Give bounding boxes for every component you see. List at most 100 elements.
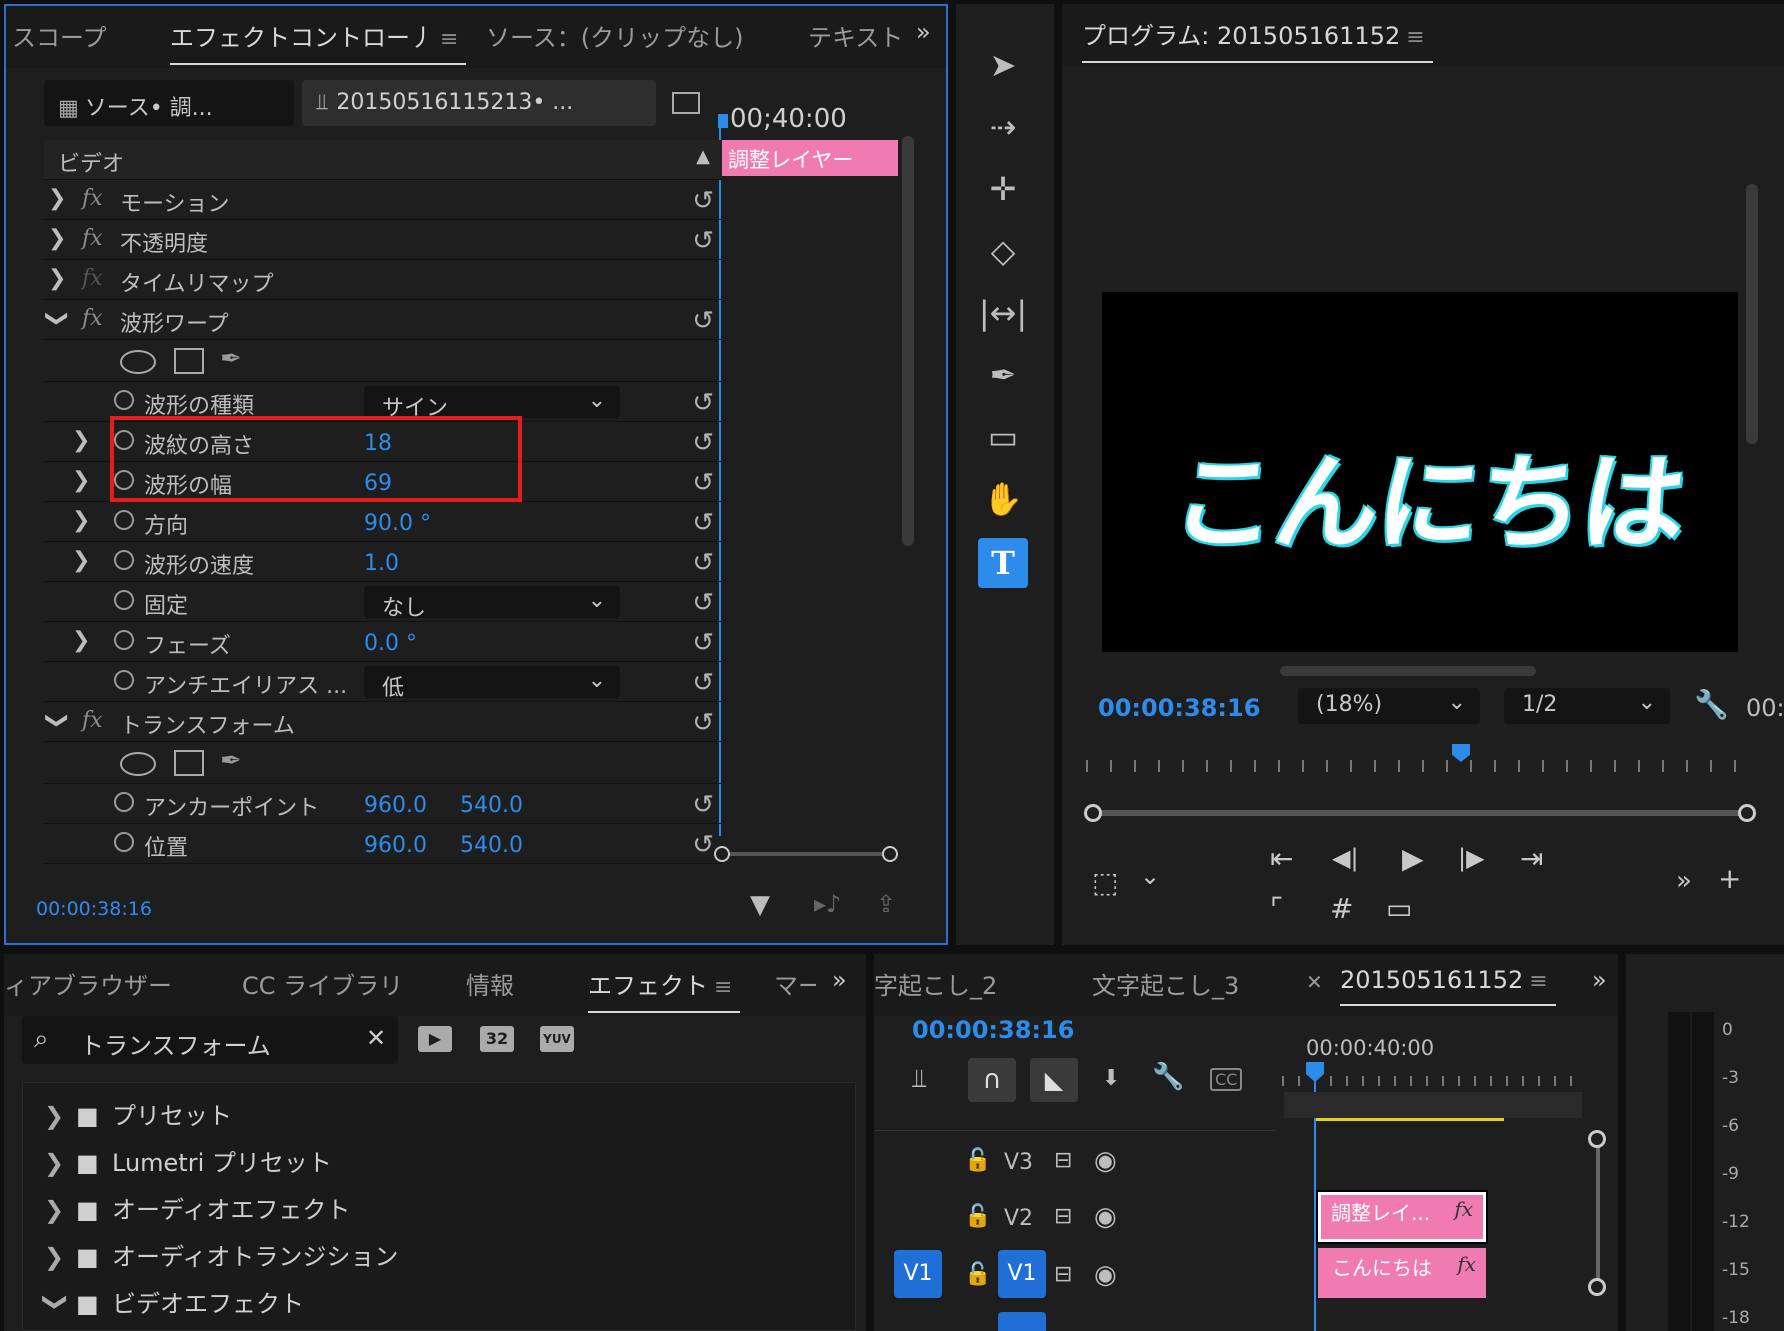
tab-markers[interactable]: マー: [774, 966, 816, 1001]
sync-lock-icon[interactable]: ⊟: [1054, 1204, 1072, 1229]
reset-icon[interactable]: ↺: [692, 588, 714, 618]
wave-speed-value[interactable]: 1.0: [364, 551, 399, 576]
folder-audio-effects[interactable]: ❯ ■ オーディオエフェクト: [44, 1190, 350, 1225]
rectangle-tool-icon[interactable]: ▭: [978, 412, 1028, 462]
sync-lock-icon[interactable]: ⊟: [1054, 1148, 1072, 1173]
wrench-icon[interactable]: 🔧: [1694, 688, 1729, 721]
panel-menu-icon[interactable]: ≡: [1529, 969, 1547, 994]
type-tool-icon[interactable]: T: [978, 538, 1028, 588]
ec-timeline-ruler[interactable]: 00;40:00: [716, 102, 906, 136]
tab-transcript-3[interactable]: 文字起こし_3: [1092, 966, 1239, 1001]
tab-source[interactable]: ソース：(クリップなし): [486, 18, 744, 53]
sequence-clip-dropdown[interactable]: ⫫ 20150516115213• ...: [302, 80, 656, 126]
ec-vertical-scrollbar[interactable]: [902, 136, 914, 546]
program-time-ruler[interactable]: [1086, 746, 1750, 774]
source-patch-v1[interactable]: V1: [894, 1250, 942, 1298]
preview-hscrollbar[interactable]: [1280, 666, 1536, 676]
zoom-dropdown[interactable]: (18%) ⌄: [1298, 688, 1480, 724]
ripple-edit-tool-icon[interactable]: ✛: [978, 164, 1028, 214]
antialias-dropdown[interactable]: 低 ⌄: [364, 666, 620, 701]
timeline-timecode[interactable]: 00:00:38:16: [912, 1016, 1074, 1044]
step-forward-icon[interactable]: |▶: [1458, 844, 1485, 872]
expand-chevron-icon[interactable]: ❯: [44, 1243, 76, 1271]
collapse-chevron-icon[interactable]: ❯: [45, 711, 70, 729]
reset-icon[interactable]: ↺: [692, 186, 714, 216]
stopwatch-icon[interactable]: [114, 670, 134, 690]
toggle-timeline-icon[interactable]: [672, 92, 700, 114]
anchor-x-value[interactable]: 960.0: [364, 793, 427, 818]
position-x-value[interactable]: 960.0: [364, 833, 427, 858]
folder-audio-transitions[interactable]: ❯ ■ オーディオトランジション: [44, 1237, 398, 1272]
timeline-ruler[interactable]: [1282, 1064, 1582, 1086]
rectangle-mask-icon[interactable]: [174, 750, 204, 776]
tab-sequence[interactable]: 201505161152 ≡: [1340, 966, 1556, 1006]
slip-tool-icon[interactable]: |↔|: [978, 288, 1028, 338]
more-panels-icon[interactable]: »: [916, 18, 931, 46]
ec-footer-timecode[interactable]: 00:00:38:16: [36, 898, 152, 920]
collapse-chevron-icon[interactable]: ❯: [42, 1292, 70, 1316]
timeline-vscroll[interactable]: [1596, 1136, 1600, 1286]
clip-konnichiwa[interactable]: こんにちは fx: [1318, 1248, 1486, 1298]
step-back-icon[interactable]: ◀|: [1332, 844, 1359, 872]
zoom-handle-left[interactable]: [1084, 804, 1102, 822]
effects-search-field[interactable]: ⌕ トランスフォーム ✕: [22, 1016, 398, 1064]
stopwatch-icon[interactable]: [114, 550, 134, 570]
pen-tool-icon[interactable]: ✒: [978, 350, 1028, 400]
tab-cc-libraries[interactable]: CC ライブラリ: [242, 966, 403, 1001]
expand-chevron-icon[interactable]: ❯: [44, 1149, 76, 1177]
reset-icon[interactable]: ↺: [692, 428, 714, 458]
eye-icon[interactable]: ◉: [1094, 1260, 1117, 1290]
linked-selection-icon[interactable]: ◣: [1030, 1058, 1078, 1102]
reset-icon[interactable]: ↺: [692, 790, 714, 820]
effect-row-wave-warp[interactable]: ❯ fx 波形ワープ ↺: [44, 300, 722, 340]
track-target-v1[interactable]: V1: [998, 1250, 1046, 1298]
fx-icon[interactable]: fx: [82, 708, 103, 733]
fx-icon[interactable]: fx: [82, 306, 103, 331]
tab-scopes[interactable]: スコープ: [12, 18, 107, 53]
expand-chevron-icon[interactable]: ❯: [48, 226, 66, 251]
filter-icon[interactable]: ▼: [750, 890, 770, 920]
program-scrollbar[interactable]: [1746, 184, 1758, 444]
safe-margins-icon[interactable]: ⬚: [1092, 866, 1118, 899]
tab-effects[interactable]: エフェクト ≡: [588, 966, 741, 1013]
expand-chevron-icon[interactable]: ❯: [72, 468, 90, 493]
export-frame-icon[interactable]: ▭: [1386, 892, 1412, 925]
accelerated-effects-icon[interactable]: ▶: [418, 1026, 452, 1052]
grid-icon[interactable]: #: [1330, 892, 1353, 925]
tab-transcript-2[interactable]: 字起こし_2: [874, 966, 997, 1001]
tab-text[interactable]: テキスト: [808, 18, 904, 53]
expand-chevron-icon[interactable]: ❯: [72, 508, 90, 533]
stopwatch-icon[interactable]: [114, 630, 134, 650]
effect-row-motion[interactable]: ❯ fx モーション ↺: [44, 180, 722, 220]
ellipse-mask-icon[interactable]: [120, 752, 156, 776]
phase-value[interactable]: 0.0 °: [364, 631, 417, 656]
hand-tool-icon[interactable]: ✋: [978, 474, 1028, 524]
close-tab-icon[interactable]: ✕: [1306, 970, 1323, 994]
stopwatch-icon[interactable]: [114, 792, 134, 812]
vscroll-handle-top[interactable]: [1588, 1130, 1606, 1148]
more-panels-icon[interactable]: »: [832, 966, 847, 994]
pen-mask-icon[interactable]: ✒: [220, 344, 242, 374]
stopwatch-icon[interactable]: [114, 510, 134, 530]
eye-icon[interactable]: ◉: [1094, 1202, 1117, 1232]
wrench-icon[interactable]: 🔧: [1152, 1062, 1184, 1092]
nest-sequence-icon[interactable]: ⫫: [912, 1064, 927, 1095]
add-button-icon[interactable]: +: [1718, 862, 1741, 895]
tab-program[interactable]: プログラム: 201505161152 ≡: [1082, 16, 1433, 63]
chevron-down-icon[interactable]: ⌄: [1140, 862, 1160, 890]
wave-type-dropdown[interactable]: サイン ⌄: [364, 386, 620, 421]
panel-menu-icon[interactable]: ≡: [1406, 25, 1424, 50]
export-icon[interactable]: ⇪: [876, 890, 896, 918]
panel-menu-icon[interactable]: ≡: [714, 975, 732, 1000]
reset-icon[interactable]: ↺: [692, 388, 714, 418]
resolution-dropdown[interactable]: 1/2 ⌄: [1504, 688, 1670, 724]
source-clip-dropdown[interactable]: ▦ ソース• 調...: [44, 80, 294, 126]
position-y-value[interactable]: 540.0: [460, 833, 523, 858]
rectangle-mask-icon[interactable]: [174, 348, 204, 374]
expand-chevron-icon[interactable]: ❯: [44, 1196, 76, 1224]
fx-icon[interactable]: fx: [82, 226, 103, 251]
lock-icon[interactable]: 🔓: [964, 1148, 991, 1173]
lock-icon[interactable]: 🔓: [964, 1204, 991, 1229]
tab-effect-controls[interactable]: エフェクトコントロー丿 ≡: [170, 18, 467, 65]
clear-search-icon[interactable]: ✕: [366, 1024, 386, 1052]
